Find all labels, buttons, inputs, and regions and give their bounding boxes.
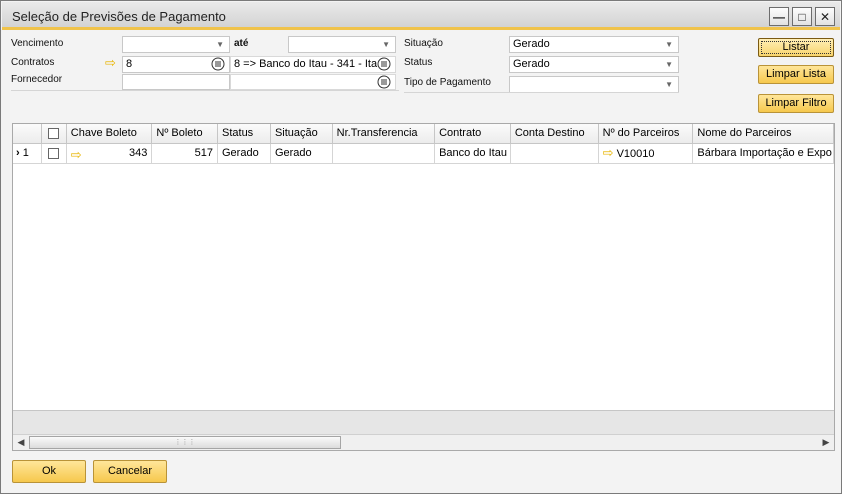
status-value: Gerado [513,58,550,70]
situacao-label: Situação [404,38,443,49]
filter-divider [404,92,679,93]
minimize-button[interactable]: — [769,7,789,26]
nr-transferencia-cell [332,143,436,164]
column-header[interactable]: Contrato [434,124,511,144]
maximize-button[interactable]: □ [792,7,812,26]
column-header[interactable]: Nr.Transferencia [332,124,436,144]
numero-parceiro-cell: ⇨ V10010 [598,143,694,164]
select-all-header[interactable] [41,124,67,144]
situacao-value: Gerado [513,38,550,50]
title-bar: Seleção de Previsões de Pagamento — □ ✕ [2,2,840,30]
column-header[interactable]: Nome do Parceiros [692,124,834,144]
chevron-down-icon[interactable]: ▼ [216,37,224,52]
limpar-filtro-button[interactable]: Limpar Filtro [758,94,834,113]
payment-forecast-selection-window: Seleção de Previsões de Pagamento — □ ✕ … [0,0,842,494]
row-number-cell[interactable]: › 1 [13,143,43,164]
status-cell: Gerado [217,143,271,164]
row-pointer-icon: › [16,147,20,159]
fornecedor-field[interactable] [122,74,230,90]
ok-button[interactable]: Ok [12,460,86,483]
situacao-cell: Gerado [270,143,333,164]
arrow-right-icon[interactable]: ⇨ [105,56,119,69]
contratos-description-field: 8 => Banco do Itau - 341 - Ita [230,56,396,73]
chevron-down-icon[interactable]: ▼ [665,37,673,52]
contratos-value: 8 [126,58,133,70]
maximize-icon: □ [798,9,806,24]
column-header[interactable]: Nº do Parceiros [598,124,694,144]
listar-button[interactable]: Listar [758,38,834,57]
fornecedor-label: Fornecedor [11,74,63,85]
numero-parceiro-value: V10010 [616,148,655,160]
close-icon: ✕ [819,9,831,24]
chave-boleto-cell: ⇨ 343 [66,143,153,164]
row-number-header [13,124,43,144]
arrow-right-icon[interactable]: ⇨ [603,145,614,160]
ate-field[interactable]: ▼ [288,36,396,53]
contratos-description: 8 => Banco do Itau - 341 - Ita [234,58,378,70]
horizontal-scrollbar[interactable]: ◀ ⋮⋮⋮ ▶ [13,434,834,450]
ate-label: até [234,38,249,49]
contrato-cell: Banco do Itau [434,143,511,164]
column-header[interactable]: Nº Boleto [151,124,218,144]
list-icon[interactable] [377,57,391,74]
chave-boleto-value: 343 [129,147,148,159]
results-table: Chave Boleto Nº Boleto Status Situação N… [13,124,834,164]
scroll-right-icon[interactable]: ▶ [818,435,834,450]
window-title: Seleção de Previsões de Pagamento [12,9,226,24]
status-select[interactable]: Gerado ▼ [509,56,679,73]
grid-summary-bar [13,410,834,434]
limpar-lista-button[interactable]: Limpar Lista [758,65,834,84]
tipo-pagamento-select[interactable]: ▼ [509,76,679,93]
results-grid: Chave Boleto Nº Boleto Status Situação N… [12,123,835,451]
chevron-down-icon[interactable]: ▼ [665,57,673,72]
cancelar-button[interactable]: Cancelar [93,460,167,483]
list-icon[interactable] [211,57,225,74]
arrow-right-icon[interactable]: ⇨ [71,147,82,162]
chevron-down-icon[interactable]: ▼ [382,37,390,52]
scroll-thumb[interactable]: ⋮⋮⋮ [29,436,341,449]
minimize-icon: — [773,9,785,24]
column-header[interactable]: Situação [270,124,333,144]
table-row[interactable]: › 1 ⇨ 343 517 Gerado Gerado Banco do Ita… [13,143,834,164]
numero-boleto-cell: 517 [151,143,218,164]
row-select-cell[interactable] [41,143,67,164]
vencimento-field[interactable]: ▼ [122,36,230,53]
column-header[interactable]: Chave Boleto [66,124,153,144]
filter-divider [11,90,399,91]
fornecedor-description-field [230,74,396,90]
row-number: 1 [22,147,29,159]
situacao-select[interactable]: Gerado ▼ [509,36,679,53]
status-label: Status [404,57,433,68]
column-header[interactable]: Status [217,124,271,144]
column-header[interactable]: Conta Destino [510,124,599,144]
chevron-down-icon[interactable]: ▼ [665,77,673,92]
tipo-pagamento-label: Tipo de Pagamento [404,77,491,88]
vencimento-label: Vencimento [11,38,64,49]
contratos-label: Contratos [11,57,55,68]
row-checkbox[interactable] [48,147,60,159]
grid-header-row: Chave Boleto Nº Boleto Status Situação N… [13,124,834,144]
select-all-checkbox[interactable] [48,127,60,139]
nome-parceiro-cell: Bárbara Importação e Expo [692,143,834,164]
scroll-left-icon[interactable]: ◀ [13,435,29,450]
close-button[interactable]: ✕ [815,7,835,26]
conta-destino-cell [510,143,599,164]
